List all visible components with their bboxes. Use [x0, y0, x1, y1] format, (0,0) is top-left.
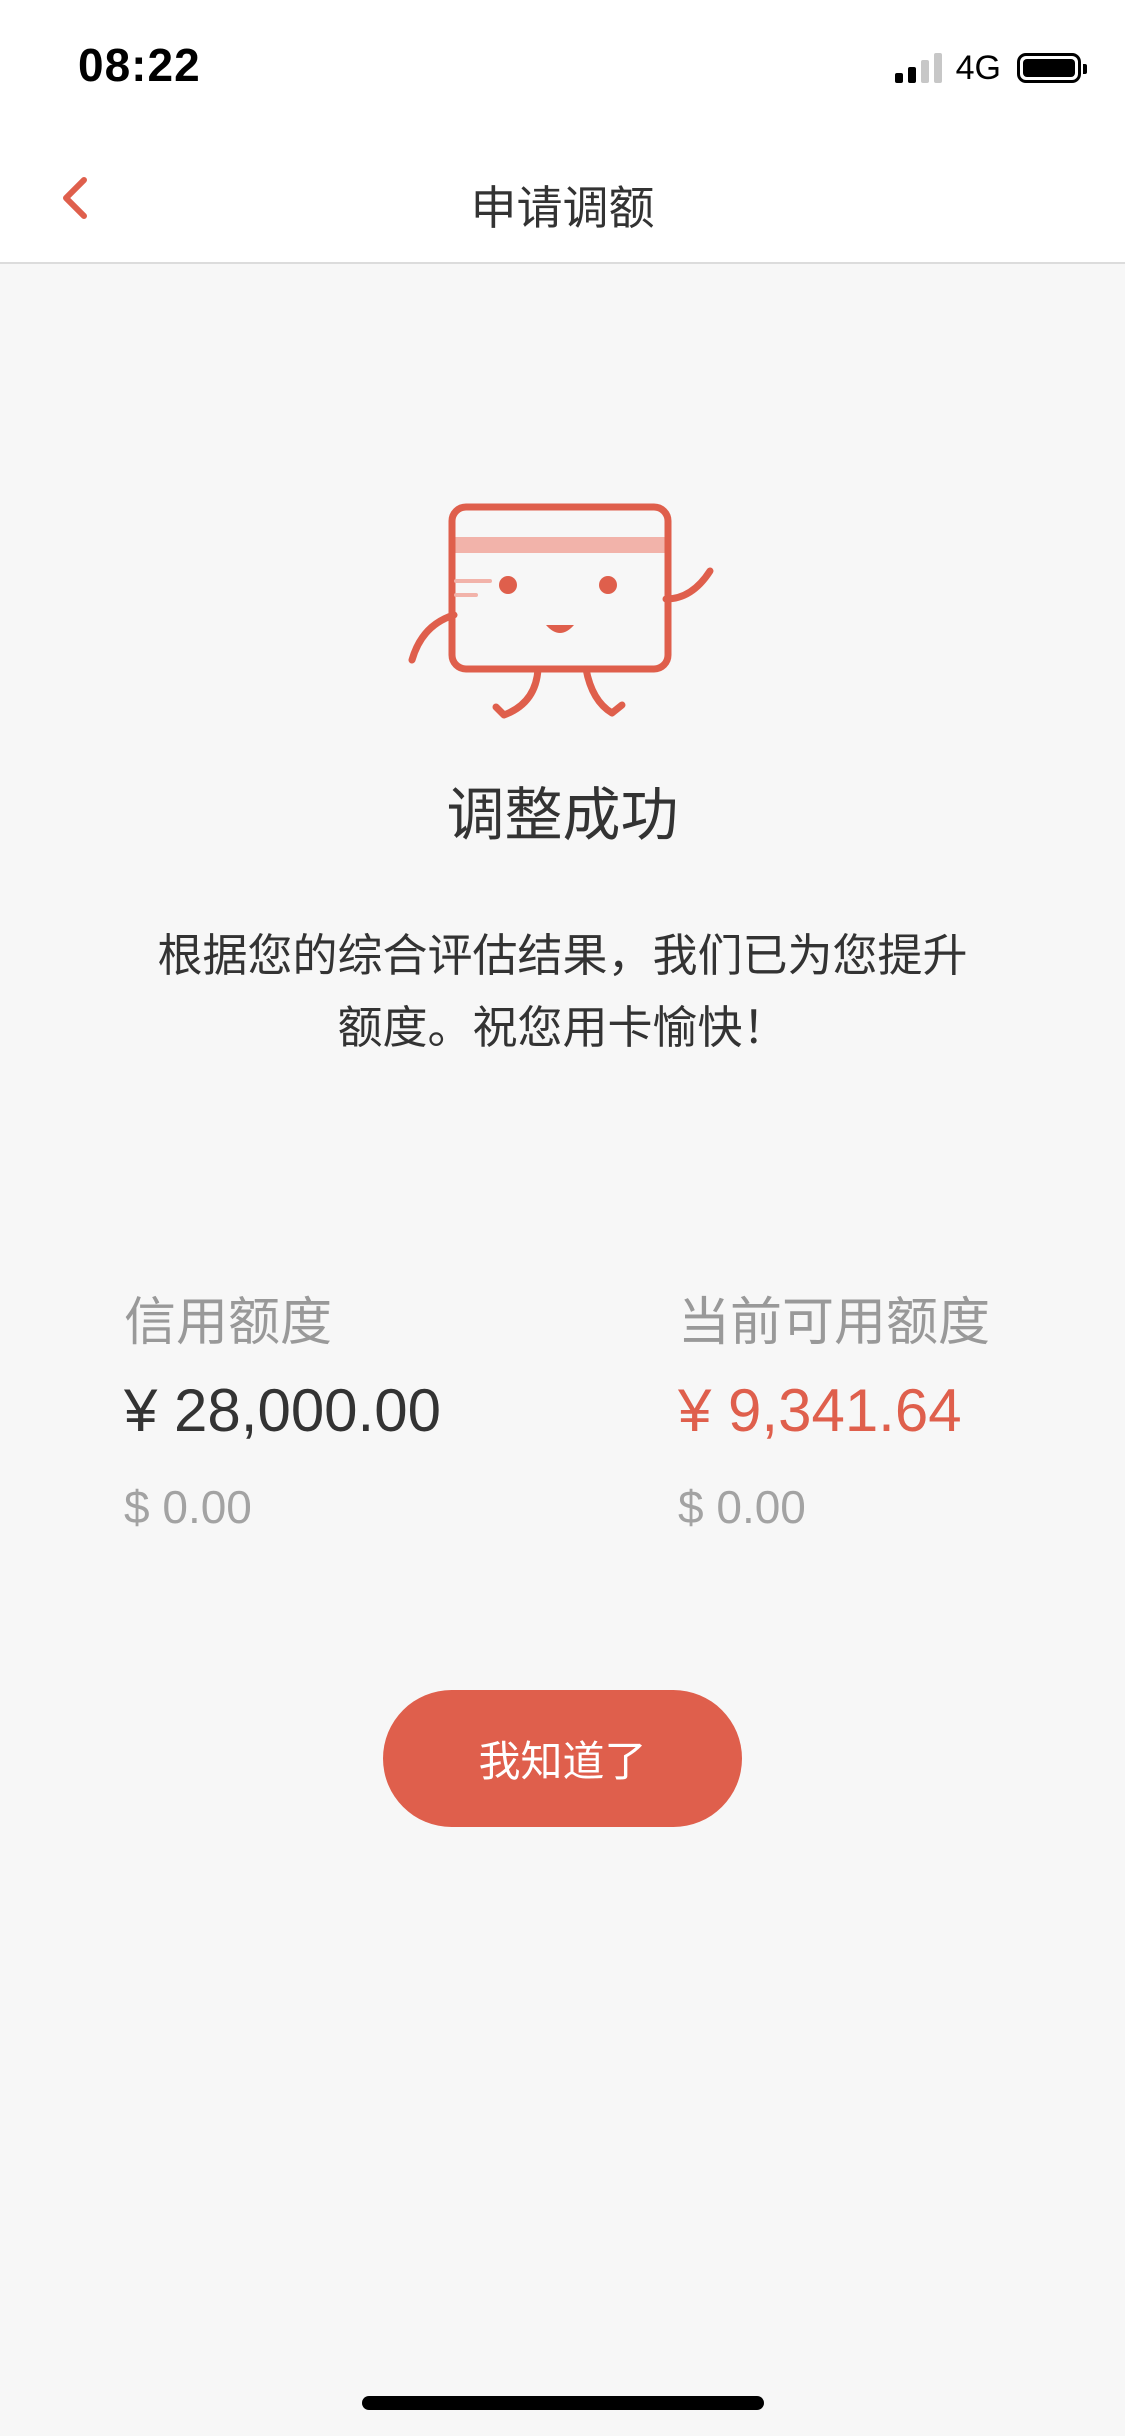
result-description-line: 额度。祝您用卡愉快！ — [337, 1001, 788, 1054]
status-time: 08:22 — [78, 39, 201, 91]
home-indicator — [362, 2396, 764, 2410]
result-description-line: 根据您的综合评估结果，我们已为您提升 — [157, 929, 968, 982]
available-limit-cny-amount: ¥ 9,341.64 — [678, 1377, 962, 1444]
credit-limit-cny-amount: ¥ 28,000.00 — [124, 1377, 441, 1444]
navigation-bar: 申请调额 — [0, 132, 1125, 264]
status-indicators: 4G — [894, 48, 1087, 88]
credit-limit-label: 信用额度 — [124, 1293, 333, 1353]
battery-icon — [1017, 53, 1087, 83]
result-title: 调整成功 — [446, 781, 679, 849]
available-limit-label: 当前可用额度 — [678, 1293, 991, 1353]
battery-level-fill — [1023, 59, 1075, 77]
network-type: 4G — [955, 48, 1001, 87]
available-limit-usd-amount: $ 0.00 — [678, 1481, 806, 1533]
result-description: 根据您的综合评估结果，我们已为您提升 额度。祝您用卡愉快！ — [110, 920, 1015, 1064]
smiling-credit-card-mascot-icon — [408, 503, 714, 719]
status-bar: 08:22 4G — [0, 0, 1125, 132]
credit-limit-block: 信用额度 ¥ 28,000.00 $ 0.00 — [124, 1280, 441, 1534]
credit-limit-usd-amount: $ 0.00 — [124, 1481, 252, 1533]
page-title: 申请调额 — [470, 181, 655, 235]
acknowledge-button[interactable]: 我知道了 — [383, 1690, 742, 1827]
cellular-signal-icon — [894, 53, 942, 83]
available-limit-block: 当前可用额度 ¥ 9,341.64 $ 0.00 — [678, 1280, 990, 1534]
